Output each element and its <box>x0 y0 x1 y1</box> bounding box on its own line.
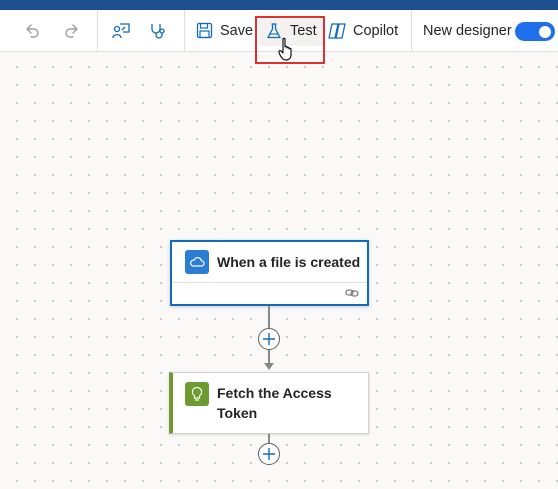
copilot-icon <box>327 21 347 41</box>
toolbar-divider <box>184 10 185 51</box>
toolbar-divider <box>97 10 98 51</box>
presenter-button[interactable] <box>109 10 133 51</box>
toolbar-divider <box>411 10 412 51</box>
undo-icon <box>22 21 42 41</box>
trigger-card[interactable]: When a file is created <box>170 240 369 306</box>
action-title: Fetch the Access Token <box>217 385 332 421</box>
hand-cursor-icon <box>278 37 292 61</box>
connector-line <box>268 434 270 443</box>
link-icon[interactable] <box>345 286 359 300</box>
lightbulb-icon <box>185 382 209 406</box>
stethoscope-icon <box>148 21 168 41</box>
onedrive-cloud-icon <box>185 250 209 274</box>
toggle-knob <box>539 25 551 38</box>
new-designer-toggle[interactable] <box>515 22 555 41</box>
undo-button[interactable] <box>20 10 44 51</box>
new-designer-label: New designer <box>423 10 512 51</box>
redo-icon <box>62 21 82 41</box>
action-card[interactable]: Fetch the Access Token <box>169 372 369 434</box>
plus-icon <box>263 333 275 345</box>
connector-line <box>268 350 270 364</box>
save-label: Save <box>220 22 254 39</box>
copilot-button[interactable]: Copilot <box>327 10 398 51</box>
add-step-button[interactable] <box>258 443 280 465</box>
redo-button[interactable] <box>60 10 84 51</box>
trigger-card-header: When a file is created <box>172 242 367 283</box>
new-designer-text: New designer <box>423 22 512 39</box>
connector-arrow <box>264 363 274 370</box>
flow-checker-button[interactable] <box>146 10 170 51</box>
trigger-title: When a file is created <box>217 254 361 270</box>
add-step-button[interactable] <box>258 328 280 350</box>
copilot-label: Copilot <box>353 22 399 39</box>
connector-line <box>268 306 270 328</box>
save-icon <box>194 21 214 41</box>
app-header-strip <box>0 0 558 10</box>
save-button[interactable]: Save <box>194 10 253 51</box>
plus-icon <box>263 448 275 460</box>
presenter-icon <box>111 21 131 41</box>
